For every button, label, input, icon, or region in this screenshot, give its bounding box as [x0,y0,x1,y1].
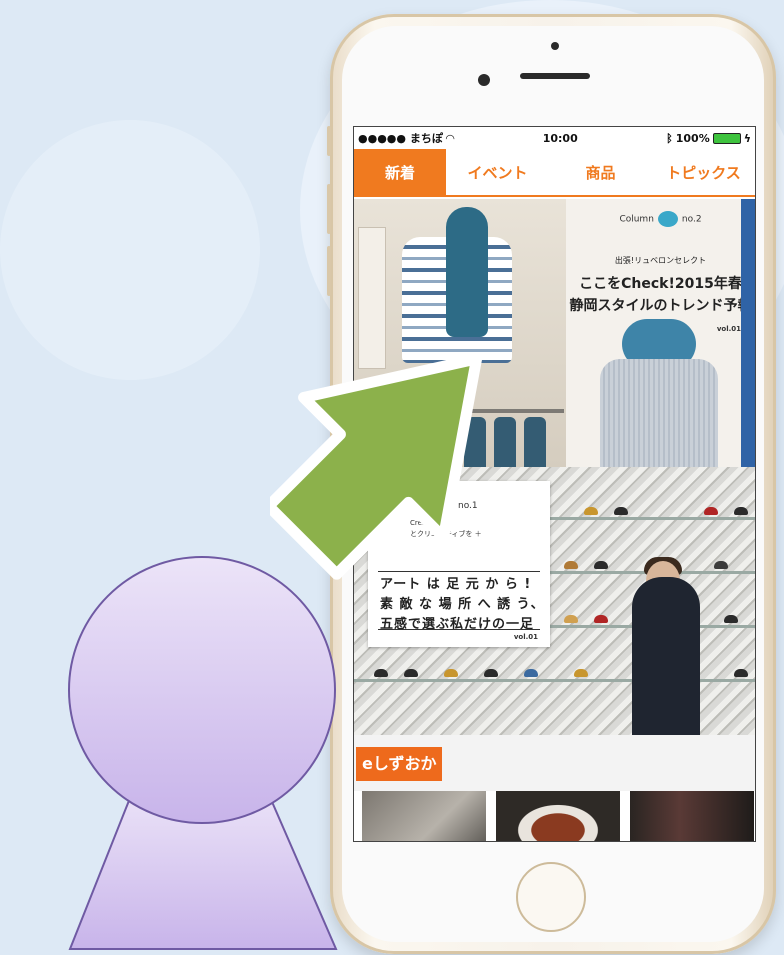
shop-staff-image [632,577,700,735]
logo-text: eしずおか [362,754,437,773]
bluetooth-icon: ᛒ [666,131,673,145]
tab-event[interactable]: イベント [446,149,549,195]
figure-head [68,556,336,824]
eshizuoka-logo[interactable]: eしずおか [356,747,442,781]
shoe-image [524,669,538,677]
section-header: eしずおか [354,735,755,791]
shoe-image [564,561,578,569]
shoe-image [704,507,718,515]
speech-bubble-icon [657,211,678,227]
column-title-line-2: 素 敵 な 場 所 へ 誘 う、 [380,597,545,612]
thumbnail-clothing[interactable] [362,791,486,841]
shoe-image [734,669,748,677]
proximity-sensor [551,42,559,50]
thumbnail-row [354,791,755,841]
column-volume: vol.01 [513,633,538,641]
column-subtitle: 出張!リュベロンセレクト [614,256,707,265]
arrow-shape [270,353,483,580]
background-blob [0,120,260,380]
scarf-image [446,207,488,337]
column-title-line-2: 静岡スタイルのトレンド予報 [569,298,752,314]
blue-panel [741,199,755,467]
phone-side-button [327,184,331,234]
shirt-image [600,359,718,467]
status-bar: ●●●●● まちぽ ◠ 10:00 ᛒ 100% ϟ [354,127,755,149]
shoe-image [614,507,628,515]
tab-products[interactable]: 商品 [549,149,652,195]
wifi-icon: ◠ [445,131,455,145]
shelf-post [358,227,386,369]
phone-side-button [327,126,331,156]
shoe-image [714,561,728,569]
shoe-image [594,561,608,569]
column-title-line-3: 五感で選ぶ私だけの一足 [380,617,535,632]
shoe-image [374,669,388,677]
tab-new[interactable]: 新着 [354,149,446,195]
earpiece-speaker [520,73,590,79]
column-header: Column no.2 [566,211,755,227]
clock: 10:00 [542,131,578,145]
shoe-image [404,669,418,677]
tab-bar: 新着 イベント 商品 トピックス [354,149,755,197]
shoe-image [484,669,498,677]
charging-icon: ϟ [743,131,751,145]
battery-icon [712,132,741,144]
tab-topics[interactable]: トピックス [652,149,755,195]
column-title: ここをCheck!2015年春 静岡スタイルのトレンド予報 [566,273,755,317]
carrier-label: ●●●●● まちぽ [358,132,443,145]
column-panel: Column no.2 出張!リュベロンセレクト ここをCheck!2015年春 … [566,199,755,467]
hanging-garment [524,417,546,467]
column-volume: vol.01 [716,325,741,333]
shoe-image [594,615,608,623]
column-number: no.2 [681,214,702,225]
thumbnail-shop[interactable] [630,791,754,841]
battery-percent: 100% [675,131,710,145]
shoe-image [564,615,578,623]
column-title-line-1: ここをCheck!2015年春 [579,276,742,292]
shoe-image [724,615,738,623]
shoe-image [584,507,598,515]
user-figure-icon [68,556,338,950]
shoe-image [574,669,588,677]
thumbnail-food[interactable] [496,791,620,841]
shoe-image [444,669,458,677]
front-camera-icon [478,74,490,86]
divider [378,629,540,630]
phone-side-button [327,246,331,296]
column-label: Column [619,214,654,225]
home-button[interactable] [516,862,586,932]
shoe-image [734,507,748,515]
shoe-shelf [544,517,755,520]
pointer-arrow-icon [270,353,483,580]
